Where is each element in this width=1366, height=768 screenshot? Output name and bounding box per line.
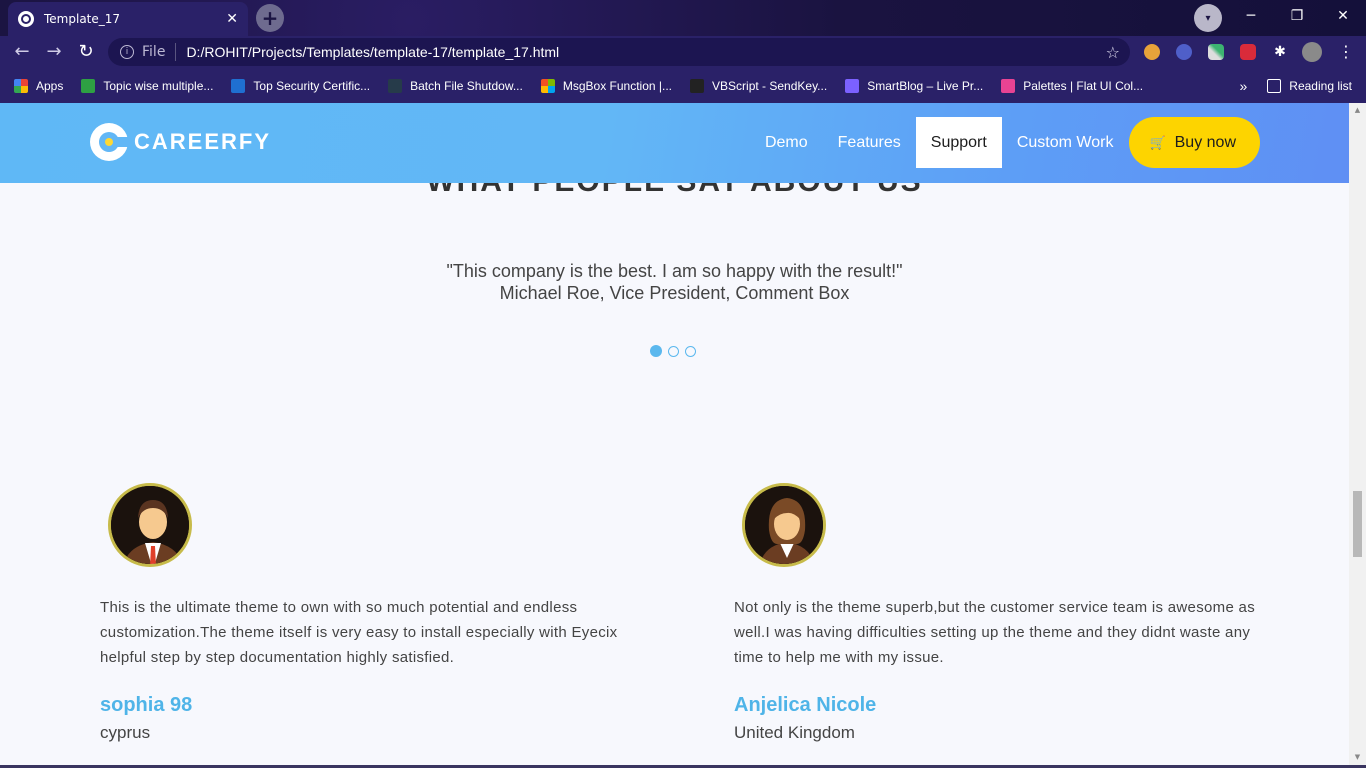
carousel-dot[interactable]: [668, 346, 679, 357]
microsoft-logo-icon: [540, 78, 555, 93]
tab-search-icon[interactable]: ▾: [1194, 4, 1222, 32]
testimonial-text: This is the ultimate theme to own with s…: [100, 599, 618, 666]
bookmark-favicon: [81, 78, 96, 93]
close-tab-icon[interactable]: ✕: [226, 11, 238, 27]
bookmark-apps[interactable]: Apps: [14, 78, 64, 93]
bookmark-label: VBScript - SendKey...: [712, 78, 828, 93]
bookmark-favicon: [388, 78, 403, 93]
carousel-dots: [650, 345, 702, 357]
carousel-dot[interactable]: [685, 346, 696, 357]
scroll-down-icon[interactable]: ▼: [1353, 753, 1362, 762]
bookmark-item[interactable]: MsgBox Function |...: [540, 78, 673, 93]
apps-grid-icon: [14, 78, 28, 93]
bookmark-favicon: [1001, 78, 1016, 93]
bookmark-label: Palettes | Flat UI Col...: [1023, 78, 1144, 93]
bookmark-favicon: [845, 78, 860, 93]
bookmark-label: Batch File Shutdow...: [410, 78, 523, 93]
reading-list-button[interactable]: Reading list: [1267, 78, 1352, 93]
back-arrow-icon[interactable]: ←: [10, 40, 34, 64]
male-avatar-icon: [108, 483, 192, 567]
scroll-up-icon[interactable]: ▲: [1353, 106, 1362, 115]
testimonial-location: United Kingdom: [734, 723, 855, 742]
female-avatar-icon: [742, 483, 826, 567]
bookmark-label: Top Security Certific...: [253, 78, 371, 93]
testimonial-card: This is the ultimate theme to own with s…: [100, 483, 660, 743]
bookmark-label: MsgBox Function |...: [562, 78, 673, 93]
new-tab-button[interactable]: +: [256, 4, 284, 32]
buy-now-button[interactable]: 🛒 Buy now: [1129, 117, 1260, 168]
address-bar[interactable]: i File D:/ROHIT/Projects/Templates/templ…: [108, 38, 1130, 66]
browser-toolbar: ← → ↻ i File D:/ROHIT/Projects/Templates…: [0, 36, 1366, 68]
bookmark-item[interactable]: VBScript - SendKey...: [690, 78, 828, 93]
nav-features[interactable]: Features: [823, 117, 916, 168]
url-text[interactable]: D:/ROHIT/Projects/Templates/template-17/…: [186, 44, 1105, 60]
bookmark-item[interactable]: Topic wise multiple...: [81, 78, 214, 93]
reload-icon[interactable]: ↻: [74, 40, 98, 64]
bookmark-item[interactable]: Palettes | Flat UI Col...: [1001, 78, 1144, 93]
testimonial-text: Not only is the theme superb,but the cus…: [734, 599, 1255, 666]
nav-demo[interactable]: Demo: [750, 117, 823, 168]
site-header: CAREERFY Demo Features Support Custom Wo…: [0, 103, 1349, 183]
kebab-menu-icon[interactable]: ⋮: [1338, 44, 1354, 60]
nav-custom-work[interactable]: Custom Work: [1002, 117, 1129, 168]
close-window-icon[interactable]: ✕: [1333, 6, 1353, 26]
page-viewport: CAREERFY Demo Features Support Custom Wo…: [0, 103, 1349, 765]
careerfy-logo-icon: [90, 123, 130, 161]
browser-tab[interactable]: Template_17 ✕: [8, 2, 248, 36]
testimonial-name: Anjelica Nicole: [734, 694, 877, 716]
bookmark-favicon: [690, 78, 705, 93]
testimonial-name: sophia 98: [100, 694, 193, 716]
bookmarks-bar: Apps Topic wise multiple... Top Security…: [0, 68, 1366, 103]
url-separator: [175, 43, 177, 61]
featured-quote: "This company is the best. I am so happy…: [0, 260, 1349, 304]
forward-arrow-icon[interactable]: →: [42, 40, 66, 64]
avatar[interactable]: [1302, 42, 1322, 62]
bookmark-item[interactable]: Batch File Shutdow...: [388, 78, 523, 93]
browser-window-frame: Template_17 ✕ + ▾ ─ ❐ ✕ ← → ↻ i File D:/…: [0, 0, 1366, 103]
extension-icon[interactable]: [1144, 44, 1160, 60]
page-scrollbar[interactable]: ▲ ▼: [1349, 103, 1366, 765]
quote-author: Michael Roe, Vice President, Comment Box: [499, 283, 850, 303]
globe-icon: [18, 11, 34, 27]
scrollbar-thumb[interactable]: [1353, 491, 1362, 557]
extension-icon[interactable]: [1208, 44, 1224, 60]
bookmark-label: SmartBlog – Live Pr...: [867, 78, 984, 93]
tab-strip: Template_17 ✕ + ▾ ─ ❐ ✕: [0, 0, 1366, 36]
brand-name: CAREERFY: [134, 129, 272, 154]
bookmark-label: Topic wise multiple...: [103, 78, 214, 93]
minimize-icon[interactable]: ─: [1241, 6, 1261, 26]
extension-icon[interactable]: [1176, 44, 1192, 60]
testimonial-card: Not only is the theme superb,but the cus…: [734, 483, 1274, 743]
puzzle-icon[interactable]: ✱: [1272, 44, 1288, 60]
tab-title: Template_17: [44, 12, 121, 26]
carousel-dot[interactable]: [650, 345, 662, 357]
reading-list-icon: [1267, 78, 1282, 93]
url-scheme: File: [142, 44, 166, 60]
main-nav: Demo Features Support Custom Work 🛒 Buy …: [750, 117, 1260, 168]
bookmark-favicon: [231, 78, 246, 93]
reading-list-label: Reading list: [1289, 78, 1352, 93]
bookmark-label: Apps: [36, 78, 64, 93]
brand-logo[interactable]: CAREERFY: [90, 123, 271, 161]
info-icon[interactable]: i: [120, 45, 134, 59]
extension-icon[interactable]: [1240, 44, 1256, 60]
bookmark-item[interactable]: SmartBlog – Live Pr...: [845, 78, 984, 93]
quote-text: "This company is the best. I am so happy…: [446, 261, 903, 281]
chevron-double-right-icon[interactable]: »: [1240, 78, 1248, 94]
restore-icon[interactable]: ❐: [1287, 6, 1307, 26]
testimonial-location: cyprus: [100, 723, 151, 742]
bookmark-star-icon[interactable]: ☆: [1106, 43, 1120, 62]
bookmark-item[interactable]: Top Security Certific...: [231, 78, 371, 93]
cart-icon: 🛒: [1149, 134, 1166, 150]
nav-support[interactable]: Support: [915, 117, 1002, 168]
buy-now-label: Buy now: [1174, 133, 1236, 151]
bookmarks-overflow: » Reading list: [1240, 68, 1353, 103]
